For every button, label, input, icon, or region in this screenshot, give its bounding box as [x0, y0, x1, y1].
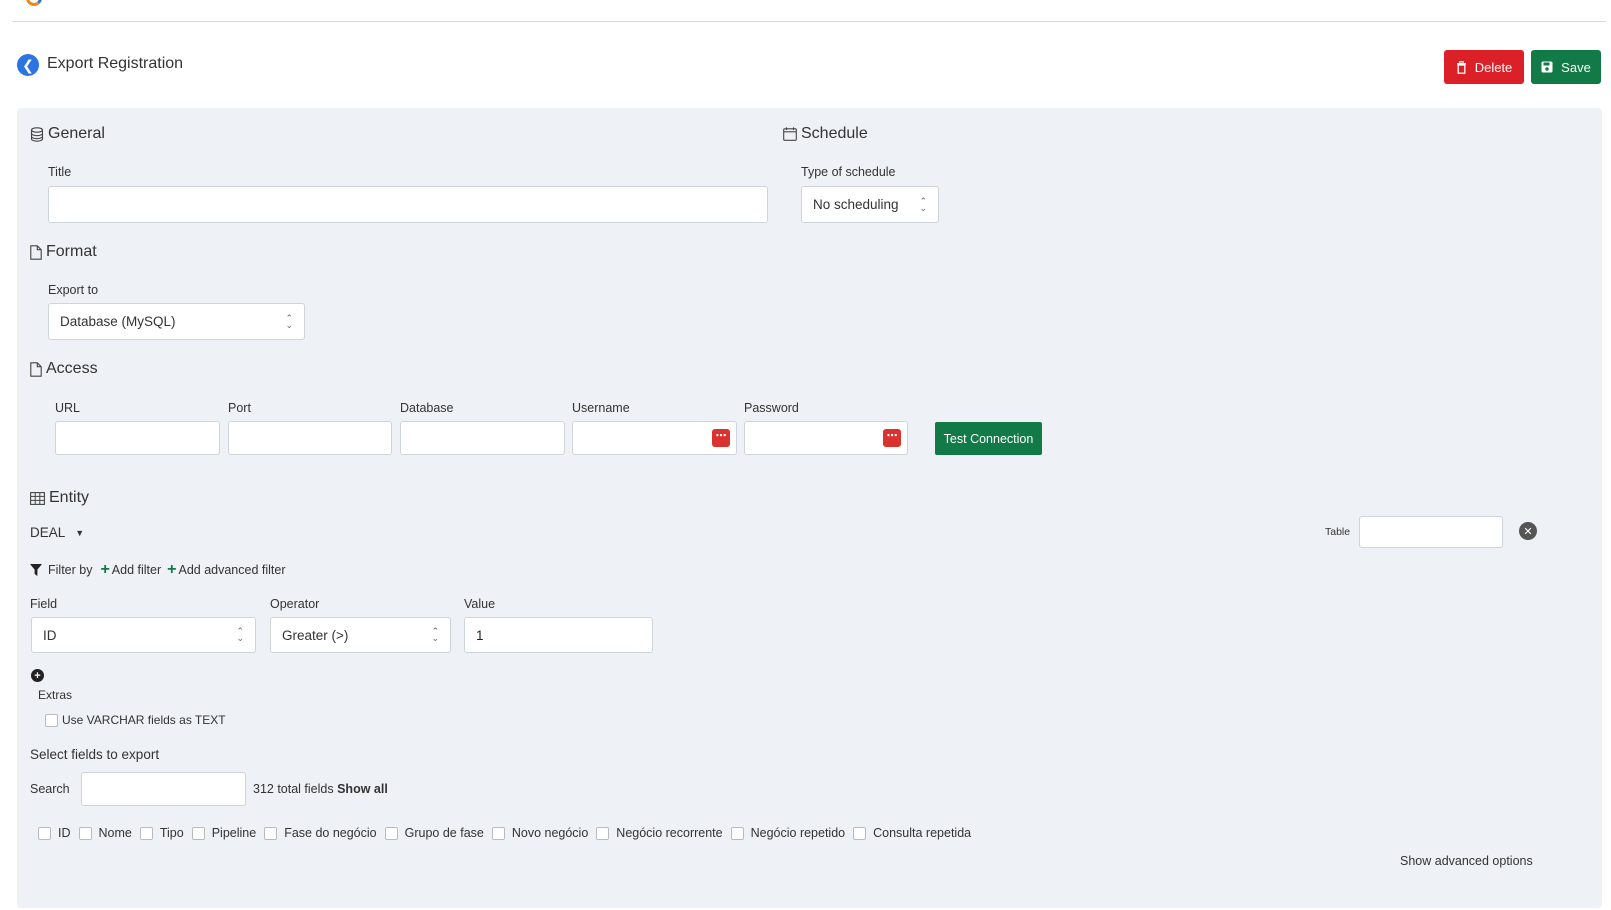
url-label: URL — [55, 401, 81, 415]
field-checkbox[interactable] — [139, 826, 153, 840]
save-label: Save — [1561, 59, 1591, 75]
back-button[interactable]: ❮ — [17, 54, 39, 76]
schedule-type-select[interactable]: No scheduling ⌃ ⌄ — [801, 186, 939, 223]
up-down-caret-icon: ⌃ ⌄ — [431, 626, 439, 643]
add-filter-link[interactable]: + Add filter — [100, 561, 161, 578]
database-label: Database — [400, 401, 454, 415]
delete-label: Delete — [1474, 59, 1513, 75]
show-advanced-options-link[interactable]: Show advanced options — [1400, 854, 1533, 868]
format-heading: Format — [30, 243, 97, 261]
file-icon — [30, 361, 42, 377]
form-panel: General Title Schedule Type of schedule … — [17, 108, 1602, 908]
top-bar — [12, 0, 1606, 22]
field-option[interactable]: Fase do negócio — [264, 826, 377, 840]
delete-button[interactable]: Delete — [1444, 50, 1524, 84]
field-option[interactable]: Pipeline — [191, 826, 256, 840]
export-to-select[interactable]: Database (MySQL) ⌃ ⌄ — [48, 303, 305, 340]
schedule-heading: Schedule — [783, 125, 868, 143]
chevron-left-icon: ❮ — [22, 56, 34, 73]
up-down-caret-icon: ⌃ ⌄ — [236, 626, 244, 643]
field-checkbox[interactable] — [78, 826, 92, 840]
file-icon — [30, 244, 42, 260]
field-checkbox[interactable] — [191, 826, 205, 840]
floppy-disk-icon — [1541, 61, 1553, 73]
page-header: ❮ Export Registration Delete Save — [17, 50, 1601, 84]
export-to-label: Export to — [48, 283, 99, 297]
caret-down-icon: ▼ — [75, 527, 85, 538]
entity-heading: Entity — [30, 489, 89, 507]
url-input[interactable] — [55, 421, 220, 455]
add-circle-icon[interactable]: + — [31, 669, 44, 682]
test-connection-button[interactable]: Test Connection — [935, 422, 1042, 455]
field-checkbox[interactable] — [491, 826, 505, 840]
field-option[interactable]: Negócio recorrente — [596, 826, 723, 840]
operator-label: Operator — [270, 597, 320, 611]
show-all-link[interactable]: Show all — [337, 782, 388, 796]
access-heading: Access — [30, 360, 98, 378]
field-checkbox[interactable] — [730, 826, 744, 840]
port-label: Port — [228, 401, 251, 415]
field-option[interactable]: ID — [38, 826, 71, 840]
field-option[interactable]: Novo negócio — [491, 826, 588, 840]
app-logo-icon — [26, 0, 42, 6]
table-label: Table — [1325, 526, 1351, 538]
general-heading: General — [30, 125, 105, 143]
plus-icon: + — [167, 561, 177, 578]
value-label: Value — [464, 597, 496, 611]
password-label: Password — [744, 401, 799, 415]
field-checkbox-list: ID Nome Tipo Pipeline Fase do negócio Gr… — [38, 826, 979, 840]
username-input[interactable]: ⋯ — [572, 421, 737, 455]
clear-entity-icon[interactable]: ✕ — [1519, 522, 1537, 540]
calendar-icon — [783, 127, 797, 141]
field-option[interactable]: Grupo de fase — [384, 826, 484, 840]
field-checkbox[interactable] — [264, 826, 278, 840]
filter-row: Filter by + Add filter + Add advanced fi… — [30, 561, 286, 578]
password-manager-icon[interactable]: ⋯ — [712, 429, 730, 447]
table-icon — [30, 491, 45, 505]
field-option[interactable]: Tipo — [139, 826, 184, 840]
username-label: Username — [572, 401, 630, 415]
port-input[interactable] — [228, 421, 392, 455]
varchar-checkbox[interactable] — [45, 713, 58, 727]
search-label: Search — [30, 782, 70, 796]
field-checkbox[interactable] — [38, 826, 51, 840]
field-search-input[interactable] — [81, 772, 246, 806]
filter-operator-select[interactable]: Greater (>) ⌃ ⌄ — [270, 617, 451, 653]
field-checkbox[interactable] — [853, 826, 867, 840]
title-input[interactable] — [48, 186, 768, 223]
save-button[interactable]: Save — [1531, 50, 1601, 84]
up-down-caret-icon: ⌃ ⌄ — [285, 312, 293, 330]
extras-label: Extras — [38, 688, 73, 702]
field-option[interactable]: Consulta repetida — [853, 826, 971, 840]
funnel-icon — [30, 564, 42, 576]
up-down-caret-icon: ⌃ ⌄ — [919, 195, 927, 213]
entity-dropdown[interactable]: DEAL ▼ — [30, 525, 84, 540]
filter-value-input[interactable]: 1 — [464, 617, 653, 653]
trash-icon — [1456, 60, 1466, 74]
filter-field-select[interactable]: ID ⌃ ⌄ — [31, 617, 256, 653]
field-label: Field — [30, 597, 58, 611]
table-input[interactable] — [1359, 516, 1503, 548]
varchar-option: Use VARCHAR fields as TEXT — [45, 713, 226, 727]
field-option[interactable]: Negócio repetido — [730, 826, 845, 840]
database-input[interactable] — [400, 421, 565, 455]
field-checkbox[interactable] — [384, 826, 398, 840]
plus-icon: + — [100, 561, 110, 578]
title-label: Title — [48, 165, 72, 179]
password-input[interactable]: ⋯ — [744, 421, 908, 455]
select-fields-heading: Select fields to export — [30, 747, 160, 762]
password-manager-icon[interactable]: ⋯ — [883, 429, 901, 447]
field-option[interactable]: Nome — [78, 826, 132, 840]
database-icon — [30, 126, 44, 142]
schedule-type-label: Type of schedule — [801, 165, 896, 179]
field-checkbox[interactable] — [596, 826, 610, 840]
page-title: Export Registration — [47, 55, 184, 72]
filter-by-label: Filter by — [48, 563, 93, 577]
add-advanced-filter-link[interactable]: + Add advanced filter — [167, 561, 285, 578]
total-fields: 312 total fields Show all — [253, 782, 388, 796]
